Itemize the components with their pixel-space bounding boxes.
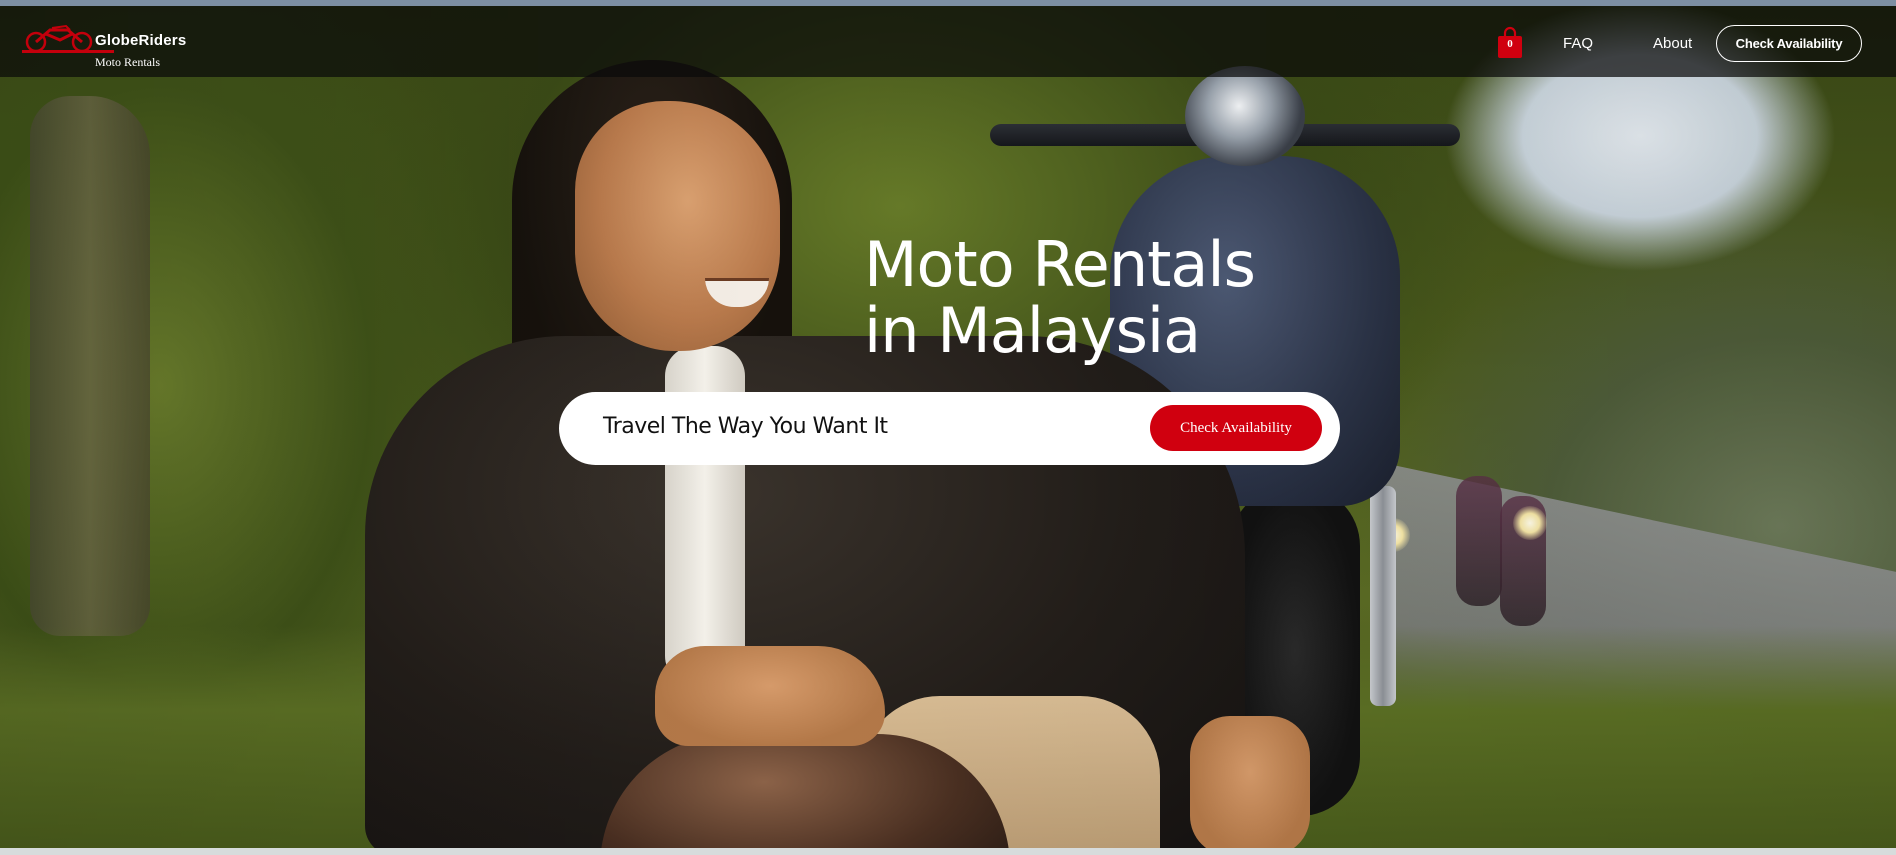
page: GlobeRiders Moto Rentals 0 FAQ About Che… bbox=[0, 0, 1896, 855]
logo-subtitle: Moto Rentals bbox=[95, 55, 160, 69]
hero-tagline: Travel The Way You Want It bbox=[603, 414, 888, 439]
nav-link-faq[interactable]: FAQ bbox=[1563, 35, 1593, 52]
logo-name: GlobeRiders bbox=[95, 32, 187, 49]
nav-link-about[interactable]: About bbox=[1653, 35, 1692, 52]
hero-title-line-1: Moto Rentals bbox=[864, 228, 1256, 301]
header-check-availability-button[interactable]: Check Availability bbox=[1716, 25, 1862, 62]
bottom-strip bbox=[0, 848, 1896, 855]
hero-check-availability-button[interactable]: Check Availability bbox=[1150, 405, 1322, 451]
cart-count: 0 bbox=[1507, 38, 1513, 50]
cart-button[interactable]: 0 bbox=[1496, 26, 1524, 60]
hero-title: Moto Rentals in Malaysia bbox=[864, 228, 1256, 367]
logo[interactable]: GlobeRiders Moto Rentals bbox=[22, 18, 222, 69]
hero-cta-bar: Travel The Way You Want It Check Availab… bbox=[559, 392, 1340, 465]
site-header: GlobeRiders Moto Rentals 0 FAQ About Che… bbox=[0, 6, 1896, 77]
hero-title-line-2: in Malaysia bbox=[864, 294, 1201, 367]
